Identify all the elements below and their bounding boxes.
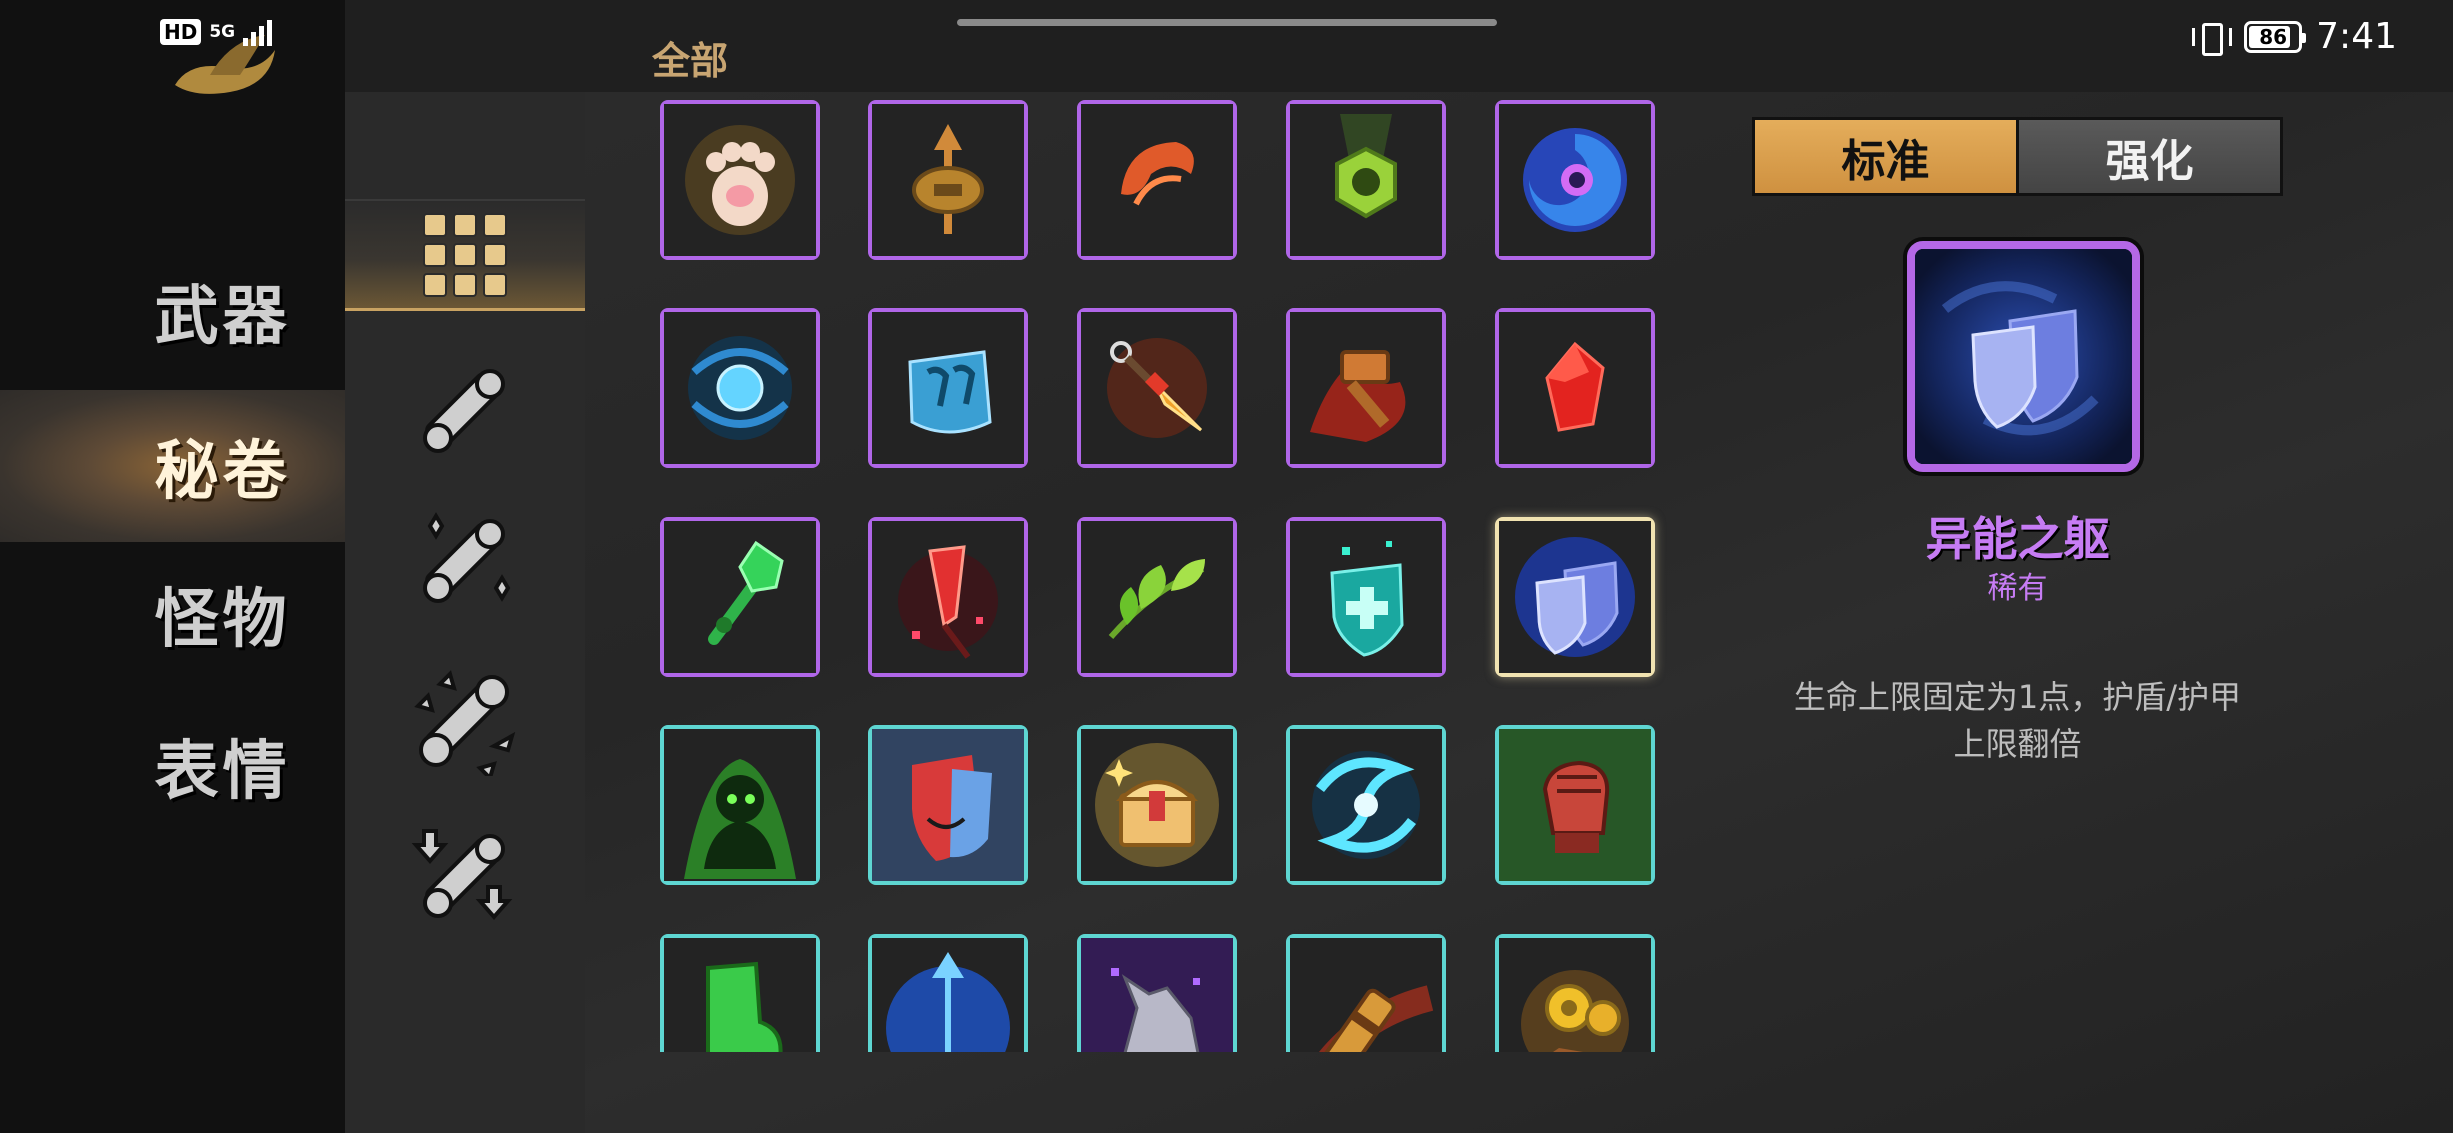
wolf-icon (1081, 938, 1233, 1052)
category-monsters[interactable]: 怪物 (0, 538, 345, 690)
item-slot-blue-arrow-orb[interactable] (868, 934, 1028, 1052)
mode-tabs: 标准 强化 (1752, 117, 2283, 196)
twin-shield-icon (1499, 521, 1651, 673)
item-slot-cyan-swirl[interactable] (1286, 725, 1446, 885)
item-slot-blue-vortex[interactable] (1495, 100, 1655, 260)
item-slot-cat-paw[interactable] (660, 100, 820, 260)
item-slot-twin-shield[interactable] (1495, 517, 1655, 677)
hd-badge: HD (160, 19, 202, 45)
gold-coins-icon (1499, 938, 1651, 1052)
status-right: 86 7:41 (2190, 16, 2397, 57)
vibrate-icon (2190, 20, 2233, 56)
treasure-chest-icon (1081, 729, 1233, 881)
category-weapons[interactable]: 武器 (0, 235, 345, 387)
heal-shield-icon (1290, 521, 1442, 673)
subcategory-bar-top (345, 0, 585, 92)
grid-all-icon (423, 212, 507, 297)
blue-glove-icon (872, 312, 1024, 464)
battery-icon: 86 (2244, 20, 2307, 53)
top-bar (585, 0, 2453, 92)
stick-burst-icon (414, 670, 516, 776)
item-description-line: 上限翻倍 (1953, 725, 2082, 763)
status-left: HD 5G (160, 18, 273, 46)
item-slot-kunai[interactable] (1077, 308, 1237, 468)
crimson-dagger-icon (872, 521, 1024, 673)
mask-icon (872, 729, 1024, 881)
item-slot-coin-arrow[interactable] (868, 100, 1028, 260)
golden-cannon-icon (1290, 938, 1442, 1052)
signal-icon (243, 18, 273, 46)
item-slot-shadow-figure[interactable] (660, 725, 820, 885)
cyan-swirl-icon (1290, 729, 1442, 881)
item-slot-red-fist[interactable] (1495, 725, 1655, 885)
subcategory-stick[interactable] (345, 355, 585, 467)
item-slot-green-boot[interactable] (660, 934, 820, 1052)
item-rarity: 稀有 (1987, 571, 2048, 606)
item-slot-red-gem[interactable] (1495, 308, 1655, 468)
item-slot-fire-hammer[interactable] (1286, 308, 1446, 468)
green-leaf-icon (1081, 521, 1233, 673)
item-preview (1907, 241, 2140, 472)
item-grid (660, 92, 1680, 1052)
tab-standard[interactable]: 标准 (1755, 120, 2016, 193)
item-slot-red-claw[interactable] (1077, 100, 1237, 260)
drag-handle[interactable] (957, 19, 1497, 26)
item-slot-green-nut[interactable] (1286, 100, 1446, 260)
item-slot-gold-coins[interactable] (1495, 934, 1655, 1052)
red-claw-icon (1081, 104, 1233, 256)
item-slot-crimson-dagger[interactable] (868, 517, 1028, 677)
category-emotes[interactable]: 表情 (0, 690, 345, 842)
item-slot-green-staff[interactable] (660, 517, 820, 677)
green-boot-icon (664, 938, 816, 1052)
cat-paw-icon (664, 104, 816, 256)
item-slot-water-orb[interactable] (660, 308, 820, 468)
stick-arrows-icon (411, 829, 513, 921)
fire-hammer-icon (1290, 312, 1442, 464)
red-gem-icon (1499, 312, 1651, 464)
kunai-icon (1081, 312, 1233, 464)
item-description: 生命上限固定为1点，护盾/护甲 上限翻倍 (1752, 674, 2283, 768)
tab-enhanced[interactable]: 强化 (2019, 120, 2280, 193)
item-slot-green-leaf[interactable] (1077, 517, 1237, 677)
stick-sparkle-icon (423, 512, 511, 603)
item-description-line: 生命上限固定为1点，护盾/护甲 (1793, 678, 2242, 716)
clock: 7:41 (2316, 16, 2397, 57)
item-slot-wolf[interactable] (1077, 934, 1237, 1052)
red-fist-icon (1499, 729, 1651, 881)
item-slot-heal-shield[interactable] (1286, 517, 1446, 677)
subcategory-stick-burst[interactable] (345, 665, 585, 777)
item-name: 异能之躯 (1925, 512, 2110, 566)
item-slot-golden-cannon[interactable] (1286, 934, 1446, 1052)
item-slot-blue-glove[interactable] (868, 308, 1028, 468)
coin-arrow-icon (872, 104, 1024, 256)
category-scrolls[interactable]: 秘卷 (0, 390, 345, 542)
filter-label: 全部 (652, 39, 729, 83)
stick-icon (423, 369, 505, 453)
green-nut-icon (1290, 104, 1442, 256)
shadow-figure-icon (664, 729, 816, 881)
subcategory-all[interactable] (345, 199, 585, 311)
water-orb-icon (664, 312, 816, 464)
blue-vortex-icon (1499, 104, 1651, 256)
twin-shield-icon (1915, 249, 2132, 464)
network-label: 5G (209, 21, 236, 42)
subcategory-stick-sparkle[interactable] (345, 505, 585, 617)
battery-level: 86 (2259, 24, 2288, 49)
item-slot-treasure-chest[interactable] (1077, 725, 1237, 885)
subcategory-stick-arrows[interactable] (345, 820, 585, 932)
item-slot-mask[interactable] (868, 725, 1028, 885)
blue-arrow-orb-icon (872, 938, 1024, 1052)
green-staff-icon (664, 521, 816, 673)
